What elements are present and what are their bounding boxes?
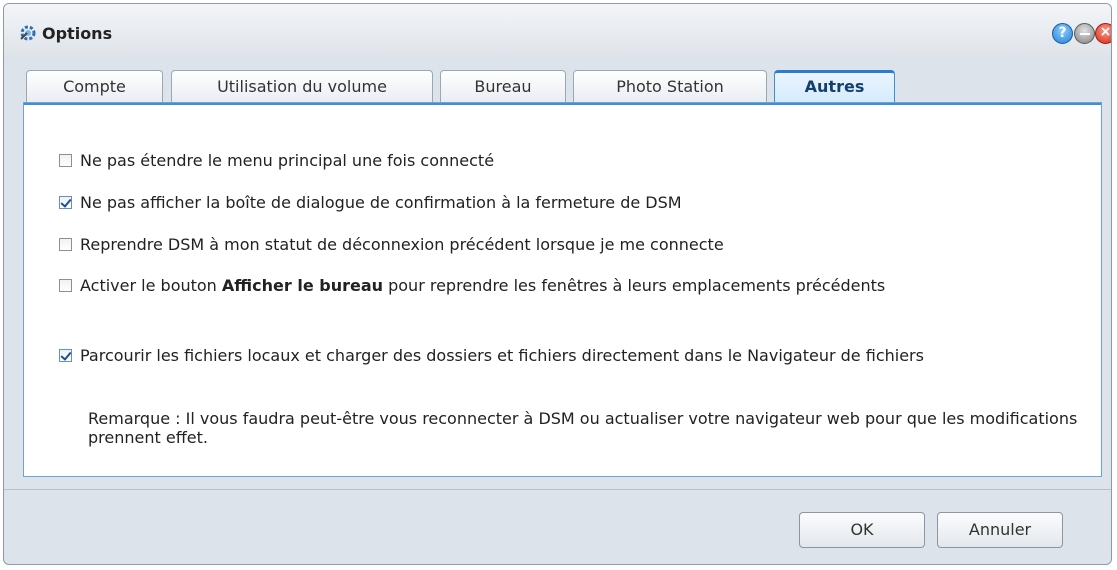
option-label-after: pour reprendre les fenêtres à leurs empl… — [388, 276, 886, 295]
options-window: Options ? × Compte Utilisation du volume… — [3, 3, 1112, 565]
checkbox[interactable] — [59, 196, 72, 209]
ok-button[interactable]: OK — [799, 512, 925, 548]
option-row[interactable]: Activer le bouton Afficher le bureau pou… — [59, 275, 1059, 297]
note-text: Remarque : Il vous faudra peut-être vous… — [88, 409, 1078, 447]
tab-bureau[interactable]: Bureau — [440, 70, 566, 102]
option-row[interactable]: Reprendre DSM à mon statut de déconnexio… — [59, 234, 724, 256]
tab-compte[interactable]: Compte — [26, 70, 163, 102]
title-bar[interactable]: Options ? × — [4, 4, 1111, 56]
option-label: Parcourir les fichiers locaux et charger… — [80, 346, 924, 365]
option-label: Ne pas étendre le menu principal une foi… — [80, 151, 495, 170]
checkbox[interactable] — [59, 238, 72, 251]
help-icon: ? — [1058, 25, 1067, 41]
options-icon — [20, 25, 36, 41]
checkbox[interactable] — [59, 349, 72, 362]
help-button[interactable]: ? — [1052, 23, 1073, 44]
option-label: Reprendre DSM à mon statut de déconnexio… — [80, 235, 724, 254]
option-label-bold: Afficher le bureau — [221, 276, 384, 295]
close-button[interactable]: × — [1095, 23, 1112, 44]
tab-utilisation-du-volume[interactable]: Utilisation du volume — [171, 70, 433, 102]
option-label-before: Activer le bouton — [80, 276, 217, 295]
window-title: Options — [42, 24, 113, 43]
checkbox[interactable] — [59, 154, 72, 167]
minimize-button[interactable] — [1074, 23, 1095, 44]
option-row[interactable]: Parcourir les fichiers locaux et charger… — [59, 345, 1059, 367]
checkbox[interactable] — [59, 279, 72, 292]
tab-panel-autres: Ne pas étendre le menu principal une foi… — [23, 102, 1102, 477]
option-row[interactable]: Ne pas étendre le menu principal une foi… — [59, 150, 494, 172]
minimize-icon — [1080, 33, 1090, 35]
close-icon: × — [1099, 24, 1112, 40]
option-label: Ne pas afficher la boîte de dialogue de … — [80, 193, 682, 212]
tab-autres[interactable]: Autres — [774, 70, 895, 102]
tab-photo-station[interactable]: Photo Station — [573, 70, 767, 102]
cancel-button[interactable]: Annuler — [937, 512, 1063, 548]
option-row[interactable]: Ne pas afficher la boîte de dialogue de … — [59, 192, 682, 214]
